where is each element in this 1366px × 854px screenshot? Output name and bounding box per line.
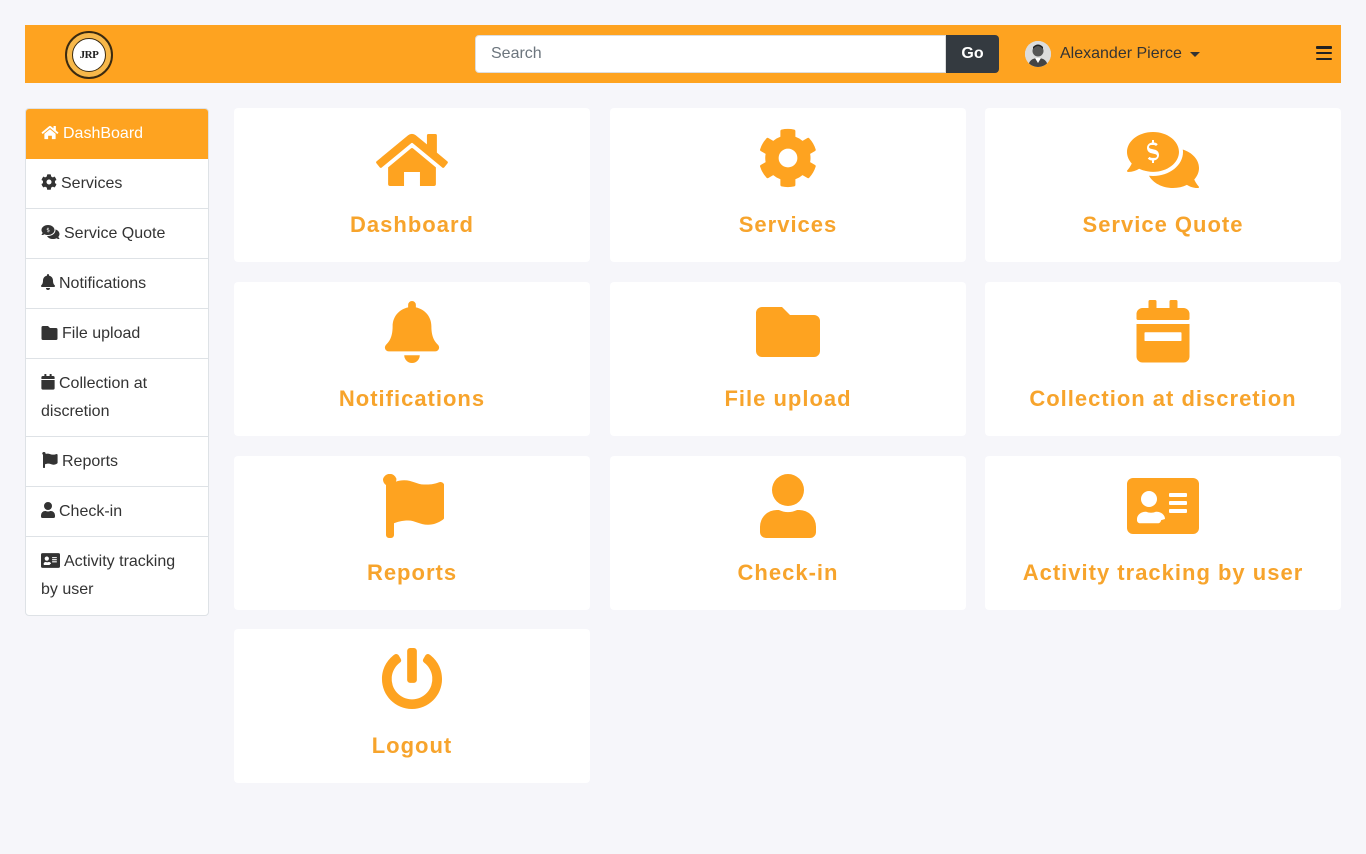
top-navbar: JRP Go Alexander Pierce	[25, 25, 1341, 83]
flag-icon	[41, 452, 58, 468]
sidebar-item-activity-tracking[interactable]: Activity tracking by user	[26, 537, 208, 615]
card-file-upload[interactable]: File upload	[610, 282, 966, 436]
sidebar-item-file-upload[interactable]: File upload	[26, 309, 208, 359]
card-label: File upload	[724, 386, 852, 411]
card-services[interactable]: Services	[610, 108, 966, 262]
folder-icon	[41, 326, 58, 340]
sidebar-item-label: Collection at discretion	[41, 375, 148, 420]
user-menu[interactable]: Alexander Pierce	[1025, 40, 1200, 68]
folder-icon	[610, 302, 966, 362]
card-label: Activity tracking by user	[1022, 560, 1304, 585]
sidebar-item-label: DashBoard	[63, 125, 144, 142]
sidebar-item-label: Service Quote	[64, 225, 166, 242]
card-collection[interactable]: Collection at discretion	[985, 282, 1341, 436]
card-dashboard[interactable]: Dashboard	[234, 108, 590, 262]
search-go-button[interactable]: Go	[946, 35, 999, 73]
gear-icon	[610, 128, 966, 188]
calendar-icon	[41, 374, 55, 390]
sidebar-item-check-in[interactable]: Check-in	[26, 487, 208, 537]
comments-dollar-icon	[985, 128, 1341, 188]
sidebar-item-dashboard[interactable]: DashBoard	[26, 109, 208, 159]
avatar	[1025, 41, 1051, 67]
user-name: Alexander Pierce	[1060, 45, 1182, 62]
card-label: Service Quote	[1082, 212, 1244, 237]
sidebar: DashBoard Services Service Quote Notific…	[25, 108, 209, 616]
id-card-icon	[41, 553, 60, 568]
gear-icon	[41, 174, 57, 190]
card-label: Check-in	[737, 560, 839, 585]
brand-logo[interactable]: JRP	[65, 31, 113, 79]
sidebar-item-label: Check-in	[59, 503, 123, 520]
card-label: Collection at discretion	[1029, 386, 1297, 411]
calendar-icon	[985, 300, 1341, 363]
search-form: Go	[475, 35, 999, 73]
sidebar-item-notifications[interactable]: Notifications	[26, 259, 208, 309]
card-label: Dashboard	[350, 212, 474, 237]
sidebar-item-services[interactable]: Services	[26, 159, 208, 209]
card-service-quote[interactable]: Service Quote	[985, 108, 1341, 262]
flag-icon	[234, 474, 590, 538]
user-icon	[610, 474, 966, 538]
card-reports[interactable]: Reports	[234, 456, 590, 610]
sidebar-item-label: Reports	[62, 453, 119, 470]
card-activity-tracking[interactable]: Activity tracking by user	[985, 456, 1341, 610]
search-input[interactable]	[475, 35, 946, 73]
logo-inner: JRP	[72, 38, 106, 72]
card-label: Reports	[366, 560, 458, 585]
home-icon	[41, 125, 59, 140]
hamburger-menu-icon[interactable]	[1316, 46, 1332, 60]
chevron-down-icon	[1189, 51, 1200, 57]
id-card-icon	[985, 476, 1341, 536]
card-label: Services	[738, 212, 838, 237]
sidebar-item-reports[interactable]: Reports	[26, 437, 208, 487]
sidebar-item-label: Activity tracking by user	[41, 553, 176, 598]
sidebar-item-label: Services	[61, 175, 123, 192]
bell-icon	[41, 274, 55, 290]
user-icon	[41, 502, 55, 518]
sidebar-item-service-quote[interactable]: Service Quote	[26, 209, 208, 259]
card-check-in[interactable]: Check-in	[610, 456, 966, 610]
sidebar-item-collection[interactable]: Collection at discretion	[26, 359, 208, 437]
comments-dollar-icon	[41, 224, 60, 240]
bell-icon	[234, 301, 590, 363]
card-label: Notifications	[338, 386, 486, 411]
logo-text: JRP	[79, 49, 99, 61]
card-notifications[interactable]: Notifications	[234, 282, 590, 436]
card-logout[interactable]: Logout	[234, 629, 590, 783]
home-icon	[234, 128, 590, 188]
card-label: Logout	[371, 733, 453, 758]
sidebar-item-label: File upload	[62, 325, 141, 342]
sidebar-item-label: Notifications	[59, 275, 147, 292]
power-icon	[234, 648, 590, 710]
